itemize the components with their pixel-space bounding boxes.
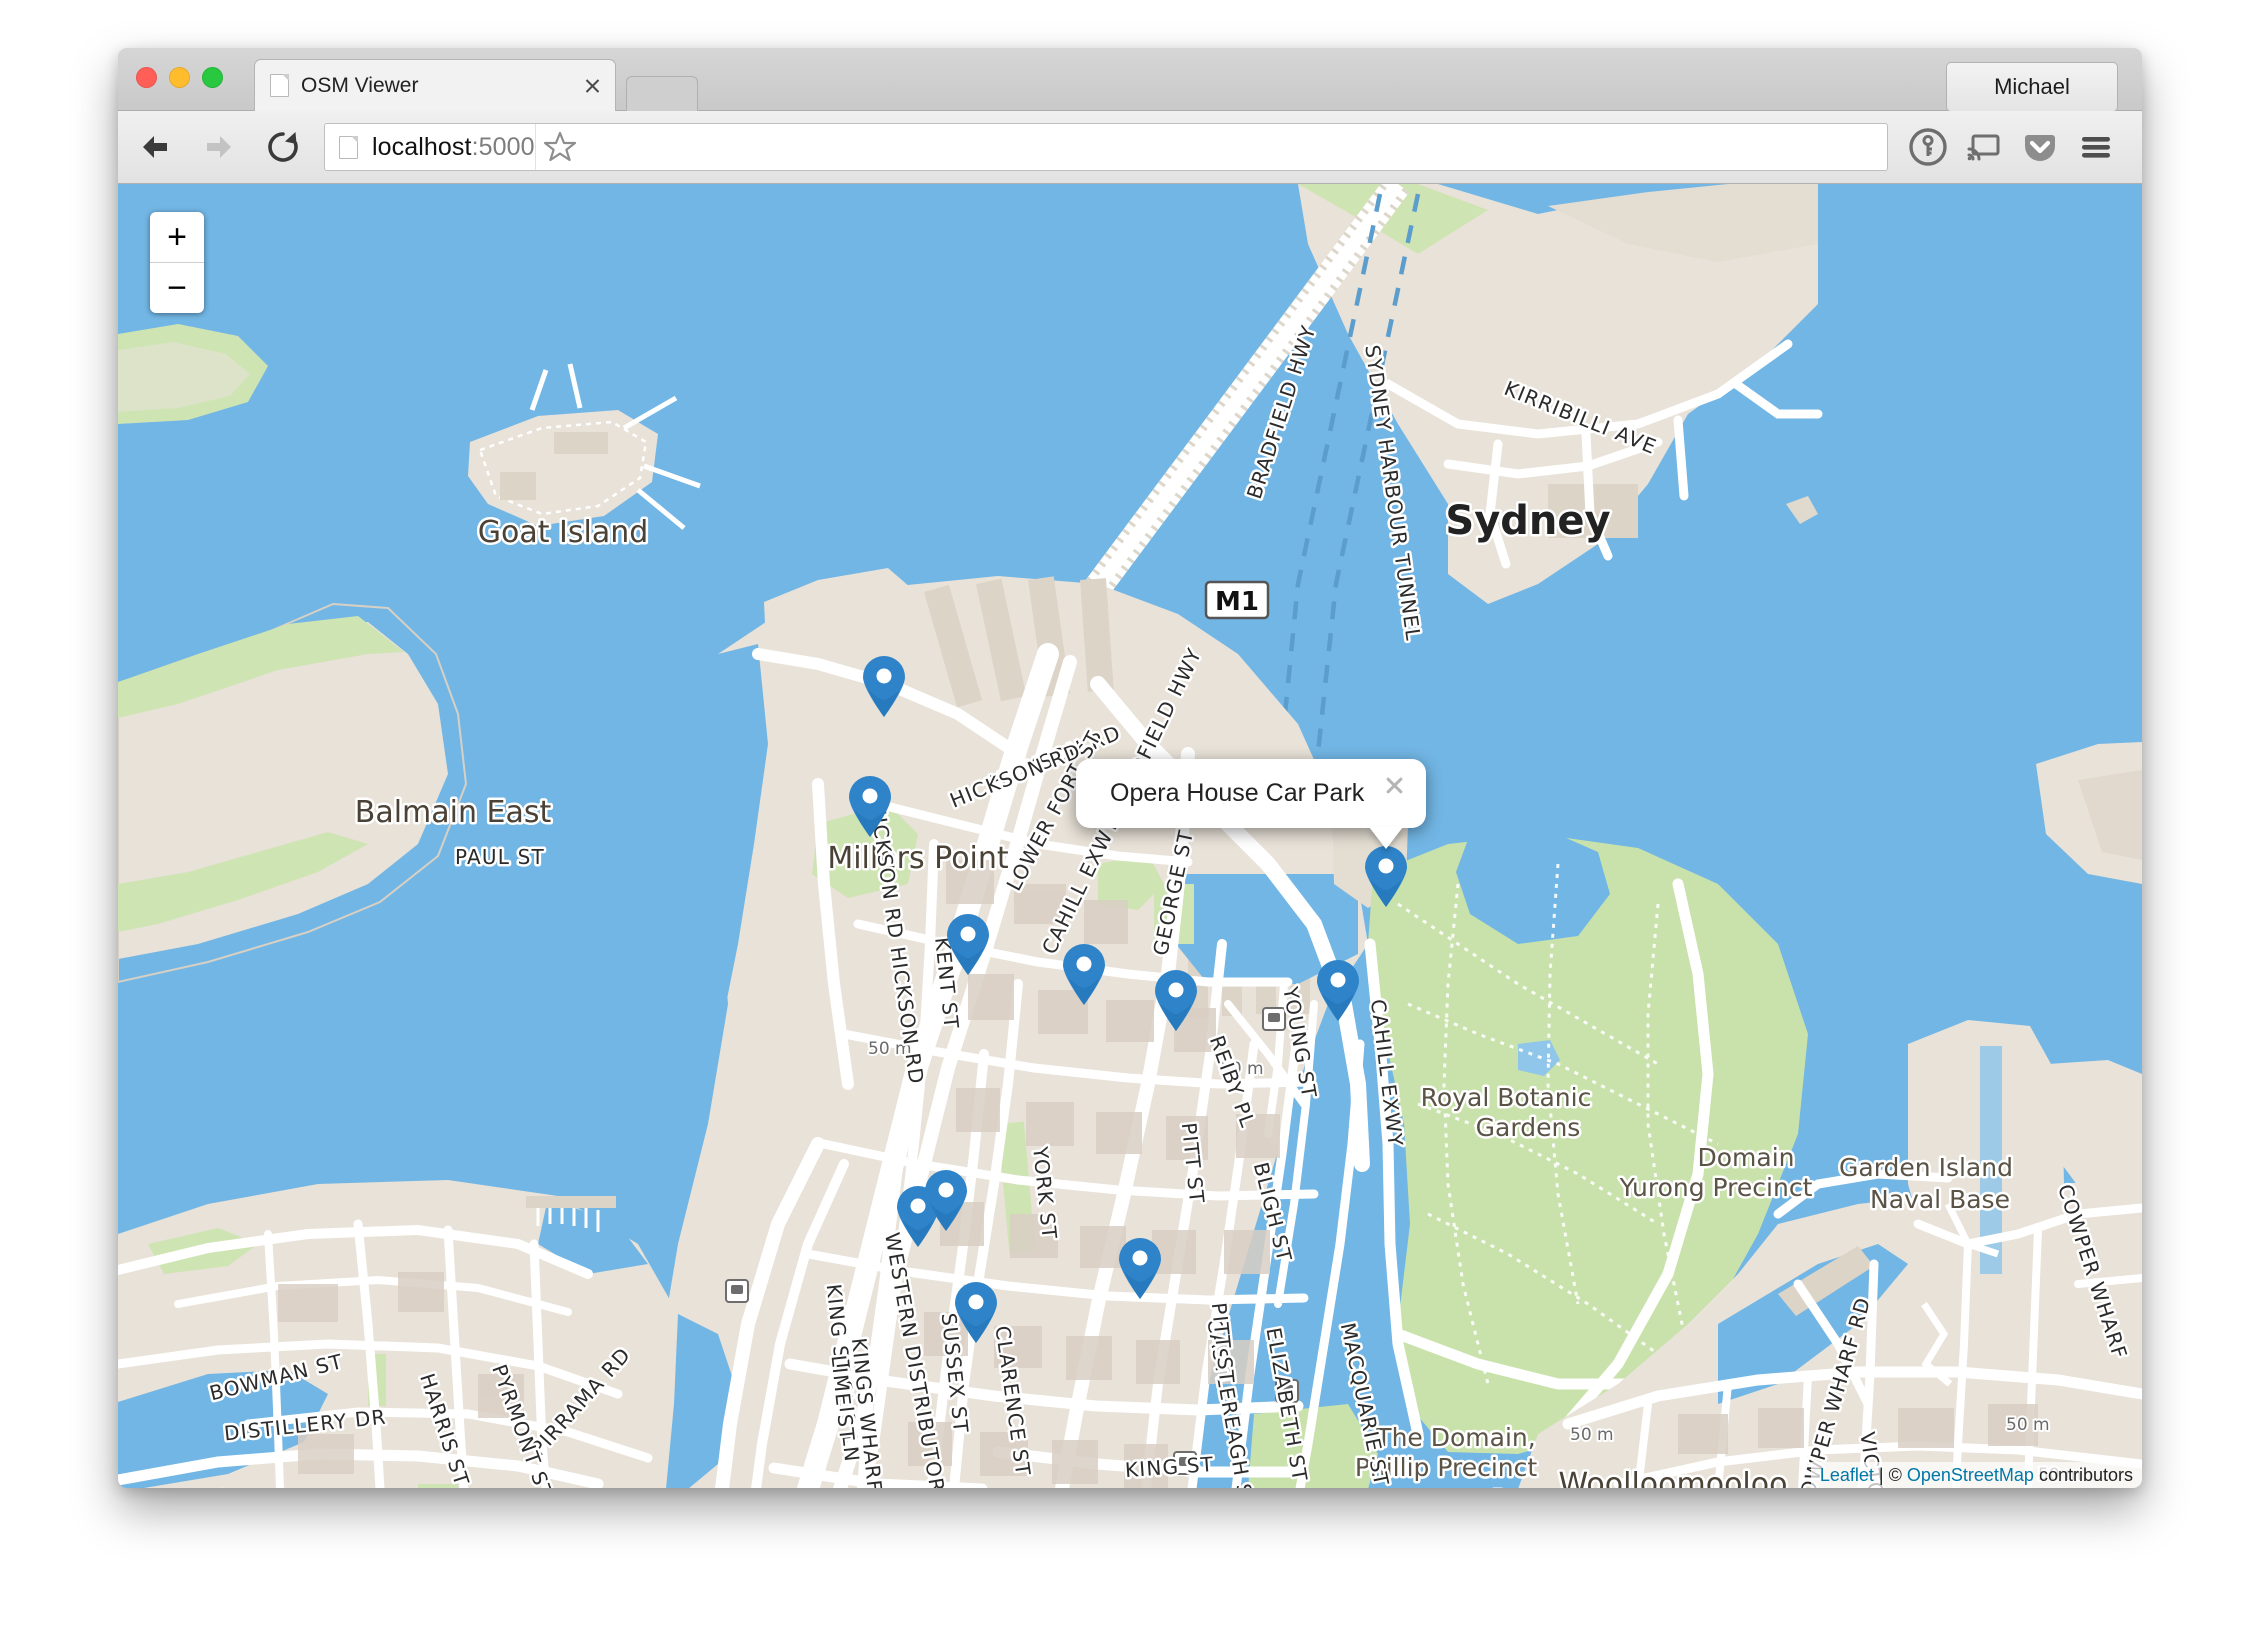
zoom-in-button[interactable]: + [150, 212, 204, 263]
maximize-window-button[interactable] [202, 67, 223, 88]
site-favicon-icon [339, 135, 358, 159]
map-marker[interactable] [1315, 960, 1361, 1022]
browser-window: OSM Viewer Michael localhost:5000 50 m 5… [118, 48, 2142, 1488]
map-marker[interactable] [923, 1170, 969, 1232]
tab-title: OSM Viewer [301, 73, 419, 97]
popup-close-icon[interactable] [1380, 771, 1408, 799]
contributors-label: contributors [2033, 1465, 2133, 1485]
bookmark-star-icon[interactable] [534, 124, 584, 170]
map-marker[interactable] [945, 914, 991, 976]
menu-icon[interactable] [2068, 119, 2124, 175]
zoom-control: + − [150, 212, 204, 313]
map-marker[interactable] [847, 776, 893, 838]
close-icon[interactable] [577, 71, 607, 101]
map-marker[interactable] [1153, 970, 1199, 1032]
map-marker[interactable] [953, 1282, 999, 1344]
map-attribution: Leaflet | © OpenStreetMap contributors [1810, 1462, 2142, 1488]
popup-bubble: Opera House Car Park [1076, 759, 1427, 828]
copyright-symbol: © [1888, 1465, 1907, 1485]
popup-title: Opera House Car Park [1110, 779, 1365, 807]
attribution-separator: | [1873, 1465, 1889, 1485]
profile-label: Michael [1994, 74, 2070, 99]
url-host: localhost [372, 132, 472, 161]
openstreetmap-link[interactable]: OpenStreetMap [1907, 1465, 2034, 1485]
url-text: localhost:5000 [372, 133, 535, 162]
reload-button[interactable] [256, 120, 310, 174]
address-bar[interactable]: localhost:5000 [324, 123, 1888, 171]
close-window-button[interactable] [136, 67, 157, 88]
window-traffic-lights [136, 67, 223, 88]
cast-icon[interactable] [1956, 119, 2012, 175]
browser-tab[interactable]: OSM Viewer [254, 59, 616, 111]
map-marker[interactable] [1061, 944, 1107, 1006]
back-button[interactable] [128, 120, 182, 174]
zoom-out-button[interactable]: − [150, 263, 204, 313]
password-manager-icon[interactable] [1900, 119, 1956, 175]
marker-layer [118, 184, 2142, 1488]
map-marker[interactable] [1363, 846, 1409, 908]
leaflet-link[interactable]: Leaflet [1820, 1465, 1874, 1485]
map-marker[interactable] [861, 656, 907, 718]
navigation-toolbar: localhost:5000 [118, 111, 2142, 184]
map-popup: Opera House Car Park [1076, 759, 1427, 849]
map-viewport[interactable]: 50 m 50 m 50 m 50 m 50 m M1 [118, 184, 2142, 1488]
profile-button[interactable]: Michael [1946, 62, 2118, 112]
new-tab-button[interactable] [626, 76, 698, 111]
minimize-window-button[interactable] [169, 67, 190, 88]
forward-button[interactable] [192, 120, 246, 174]
page-favicon-icon [270, 74, 289, 97]
tab-strip: OSM Viewer Michael [118, 48, 2142, 112]
popup-tip-icon [1369, 827, 1403, 849]
map-marker[interactable] [1117, 1238, 1163, 1300]
url-port: :5000 [471, 132, 535, 161]
pocket-icon[interactable] [2012, 119, 2068, 175]
